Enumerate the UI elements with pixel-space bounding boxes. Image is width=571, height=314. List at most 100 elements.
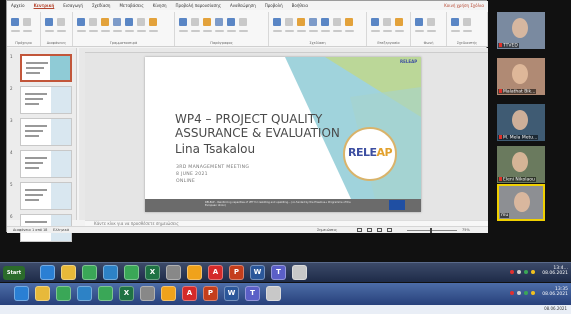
tray-icon[interactable]: [524, 270, 528, 274]
ribbon-button-icon[interactable]: [227, 18, 235, 26]
ribbon-control[interactable]: [239, 30, 248, 32]
zoom-slider-thumb[interactable]: [430, 228, 432, 233]
normal-view-icon[interactable]: [357, 228, 362, 232]
menu-item[interactable]: Αναθεώρηση: [230, 3, 256, 8]
tray-icon[interactable]: [531, 270, 535, 274]
menu-item[interactable]: Εισαγωγή: [63, 3, 83, 8]
ribbon-control[interactable]: [101, 30, 110, 32]
reading-view-icon[interactable]: [377, 228, 382, 232]
start-button[interactable]: Start: [3, 266, 25, 280]
onedrive-icon[interactable]: [187, 265, 202, 280]
participant-video[interactable]: Eleni Nikolaou: [497, 146, 545, 183]
ribbon-button-icon[interactable]: [23, 18, 31, 26]
media-icon[interactable]: [166, 265, 181, 280]
ribbon-button-icon[interactable]: [11, 18, 19, 26]
ribbon-control[interactable]: [113, 30, 122, 32]
acrobat-icon[interactable]: A: [182, 286, 197, 301]
powerpoint-icon[interactable]: P: [203, 286, 218, 301]
menu-item[interactable]: Αρχείο: [11, 3, 25, 8]
ribbon-button-icon[interactable]: [101, 18, 109, 26]
tray-icon[interactable]: [517, 270, 521, 274]
ribbon-control[interactable]: [345, 30, 354, 32]
ribbon-button-icon[interactable]: [45, 18, 53, 26]
participant-video[interactable]: mu: [497, 184, 545, 221]
slide-thumbnail[interactable]: [20, 150, 72, 178]
ribbon-button-icon[interactable]: [333, 18, 341, 26]
tray-clock[interactable]: 13:35 08.06.2021: [542, 287, 568, 297]
tray-icon[interactable]: [517, 291, 521, 295]
folder-icon[interactable]: [35, 286, 50, 301]
ribbon-control[interactable]: [23, 30, 32, 32]
ribbon-control[interactable]: [215, 30, 224, 32]
ie-icon[interactable]: [14, 286, 29, 301]
ribbon-control[interactable]: [297, 30, 306, 32]
ribbon-button-icon[interactable]: [395, 18, 403, 26]
ribbon-control[interactable]: [149, 30, 158, 32]
notes-button[interactable]: Σημειώσεις: [317, 227, 337, 234]
participant-video[interactable]: TTVED: [497, 12, 545, 49]
ribbon-button-icon[interactable]: [427, 18, 435, 26]
ribbon-button-icon[interactable]: [463, 18, 471, 26]
word-icon[interactable]: W: [224, 286, 239, 301]
ie-icon[interactable]: [40, 265, 55, 280]
notes-icon[interactable]: [292, 265, 307, 280]
ribbon-button-icon[interactable]: [179, 18, 187, 26]
teams-icon[interactable]: T: [245, 286, 260, 301]
menu-item[interactable]: Μεταβάσεις: [119, 3, 143, 8]
ribbon-control[interactable]: [395, 30, 404, 32]
ribbon-button-icon[interactable]: [125, 18, 133, 26]
folder-icon[interactable]: [61, 265, 76, 280]
zoom-slider[interactable]: [407, 230, 457, 231]
menu-item[interactable]: Σχεδίαση: [92, 3, 111, 8]
ribbon-button-icon[interactable]: [451, 18, 459, 26]
ribbon-control[interactable]: [137, 30, 146, 32]
tray-icon[interactable]: [510, 270, 514, 274]
slideshow-icon[interactable]: [387, 228, 392, 232]
ribbon-control[interactable]: [125, 30, 134, 32]
tray-icon[interactable]: [531, 291, 535, 295]
chrome-icon[interactable]: [82, 265, 97, 280]
chrome-icon[interactable]: [124, 265, 139, 280]
ribbon-button-icon[interactable]: [113, 18, 121, 26]
chrome-icon[interactable]: [98, 286, 113, 301]
slide-thumbnail[interactable]: [20, 86, 72, 114]
word-icon[interactable]: W: [250, 265, 265, 280]
ribbon-button-icon[interactable]: [321, 18, 329, 26]
ribbon-control[interactable]: [451, 30, 460, 32]
ribbon-button-icon[interactable]: [137, 18, 145, 26]
excel-icon[interactable]: X: [119, 286, 134, 301]
slide-thumbnail[interactable]: [20, 118, 72, 146]
teams-icon[interactable]: T: [271, 265, 286, 280]
participant-video[interactable]: M. Mela Metu...: [497, 104, 545, 141]
ribbon-button-icon[interactable]: [149, 18, 157, 26]
ribbon-control[interactable]: [11, 30, 20, 32]
zoom-level[interactable]: 75%: [462, 227, 470, 234]
notes-icon[interactable]: [266, 286, 281, 301]
ribbon-control[interactable]: [415, 30, 424, 32]
ribbon-button-icon[interactable]: [89, 18, 97, 26]
ribbon-control[interactable]: [203, 30, 212, 32]
edge-icon[interactable]: [103, 265, 118, 280]
current-slide[interactable]: RELEAP WP4 – PROJECT QUALITY ASSURANCE &…: [145, 57, 421, 212]
ribbon-control[interactable]: [227, 30, 236, 32]
ribbon-button-icon[interactable]: [285, 18, 293, 26]
ribbon-control[interactable]: [45, 30, 54, 32]
share-button[interactable]: Κοινή χρήση Σχόλια: [444, 3, 484, 8]
language-indicator[interactable]: Ελληνικά: [53, 227, 69, 234]
ribbon-control[interactable]: [321, 30, 330, 32]
ribbon-control[interactable]: [191, 30, 200, 32]
powerpoint-icon[interactable]: P: [229, 265, 244, 280]
menu-item[interactable]: Κεντρική: [34, 3, 55, 8]
ribbon-control[interactable]: [383, 30, 392, 32]
ribbon-button-icon[interactable]: [309, 18, 317, 26]
ribbon-control[interactable]: [89, 30, 98, 32]
menu-item[interactable]: Προβολή παρουσίασης: [176, 3, 221, 8]
ribbon-button-icon[interactable]: [383, 18, 391, 26]
ribbon-button-icon[interactable]: [371, 18, 379, 26]
tray-icon[interactable]: [524, 291, 528, 295]
menu-item[interactable]: Βοήθεια: [292, 3, 308, 8]
excel-icon[interactable]: X: [145, 265, 160, 280]
slide-thumbnail[interactable]: [20, 182, 72, 210]
ribbon-button-icon[interactable]: [203, 18, 211, 26]
menu-item[interactable]: Προβολή: [265, 3, 283, 8]
